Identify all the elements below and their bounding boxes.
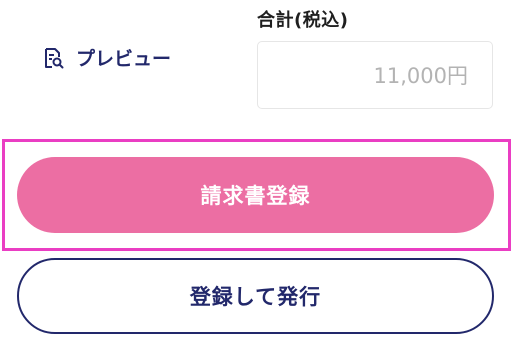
total-amount-field[interactable] — [257, 41, 493, 109]
total-label: 合計(税込) — [257, 10, 349, 31]
invoice-form-footer: 合計(税込) プレビュー 請求書登録 登録して発行 — [0, 0, 515, 348]
document-search-icon — [42, 47, 64, 69]
register-invoice-button[interactable]: 請求書登録 — [17, 157, 494, 233]
preview-label: プレビュー — [76, 48, 172, 70]
preview-link[interactable]: プレビュー — [42, 44, 171, 71]
register-and-issue-button[interactable]: 登録して発行 — [17, 258, 494, 334]
